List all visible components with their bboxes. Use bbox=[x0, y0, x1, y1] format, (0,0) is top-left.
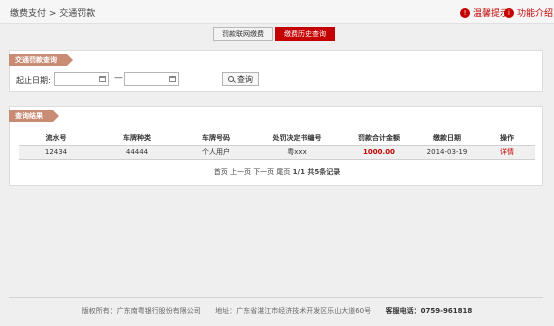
pagination: 首页 上一页 下一页 尾页 1/1 共5条记录 bbox=[10, 167, 544, 177]
copyright-text: 版权所有：广东南粤银行股份有限公司 bbox=[81, 307, 201, 315]
cell-plate-no: 个人用户 bbox=[181, 144, 251, 160]
cell-decision-no: 粤xxx bbox=[251, 144, 343, 160]
footer-divider bbox=[9, 297, 543, 298]
date-separator: — bbox=[114, 73, 123, 83]
intro-label: 功能介绍 bbox=[517, 9, 554, 19]
breadcrumb: 缴费支付 > 交通罚款 bbox=[10, 9, 96, 19]
tips-link[interactable]: ! 温馨提示 bbox=[460, 6, 509, 19]
prev-page-link[interactable]: 上一页 bbox=[230, 168, 251, 176]
results-panel-title: 查询结果 bbox=[9, 110, 59, 122]
next-page-link[interactable]: 下一页 bbox=[253, 168, 274, 176]
hotline-label: 客服电话： bbox=[385, 307, 421, 315]
top-bar: 缴费支付 > 交通罚款 ! 温馨提示 i 功能介绍 bbox=[0, 0, 554, 24]
cell-amount: 1000.00 bbox=[343, 144, 415, 160]
end-date-input[interactable] bbox=[124, 72, 179, 86]
cell-plate-type: 44444 bbox=[93, 144, 181, 160]
intro-link[interactable]: i 功能介绍 bbox=[504, 6, 553, 19]
table-header-row: 流水号 车牌种类 车牌号码 处罚决定书编号 罚款合计金额 缴款日期 操作 bbox=[19, 131, 535, 145]
book-icon: i bbox=[504, 7, 514, 18]
query-panel-title: 交通罚款查询 bbox=[9, 54, 73, 66]
col-plate-no: 车牌号码 bbox=[202, 133, 230, 142]
search-icon bbox=[228, 76, 234, 82]
col-serial: 流水号 bbox=[45, 133, 67, 142]
tab-payment-history[interactable]: 缴费历史查询 bbox=[275, 27, 335, 41]
cell-date: 2014-03-19 bbox=[415, 144, 479, 160]
col-action: 操作 bbox=[500, 133, 514, 142]
query-button-label: 查询 bbox=[237, 74, 253, 84]
page-summary: 1/1 共5条记录 bbox=[292, 168, 341, 176]
footer: 版权所有：广东南粤银行股份有限公司 地址：广东省湛江市经济技术开发区乐山大道60… bbox=[0, 306, 554, 316]
col-amount: 罚款合计金额 bbox=[358, 133, 400, 142]
col-plate-type: 车牌种类 bbox=[123, 133, 151, 142]
table-row: 12434 44444 个人用户 粤xxx 1000.00 2014-03-19… bbox=[19, 144, 535, 160]
last-page-link[interactable]: 尾页 bbox=[276, 168, 290, 176]
first-page-link[interactable]: 首页 bbox=[214, 168, 228, 176]
calendar-icon[interactable] bbox=[169, 76, 176, 82]
col-date: 缴款日期 bbox=[433, 133, 461, 142]
address-text: 地址：广东省湛江市经济技术开发区乐山大道60号 bbox=[215, 307, 372, 315]
date-range-label: 起止日期: bbox=[16, 76, 51, 85]
cell-serial: 12434 bbox=[19, 144, 93, 160]
detail-link[interactable]: 详情 bbox=[479, 144, 535, 160]
query-button[interactable]: 查询 bbox=[222, 72, 259, 86]
calendar-icon[interactable] bbox=[99, 76, 106, 82]
start-date-input[interactable] bbox=[54, 72, 109, 86]
hotline-number: 0759-961818 bbox=[420, 307, 473, 315]
tab-online-payment[interactable]: 罚款联网缴费 bbox=[213, 27, 273, 41]
col-decision-no: 处罚决定书编号 bbox=[272, 133, 322, 142]
warning-icon: ! bbox=[460, 7, 470, 18]
tab-bar: 罚款联网缴费 缴费历史查询 bbox=[213, 27, 335, 41]
results-panel: 查询结果 流水号 车牌种类 车牌号码 处罚决定书编号 罚款合计金额 缴款日期 操… bbox=[9, 106, 543, 186]
query-panel: 交通罚款查询 起止日期: — 查询 bbox=[9, 50, 543, 92]
results-table: 流水号 车牌种类 车牌号码 处罚决定书编号 罚款合计金额 缴款日期 操作 124… bbox=[19, 131, 535, 160]
